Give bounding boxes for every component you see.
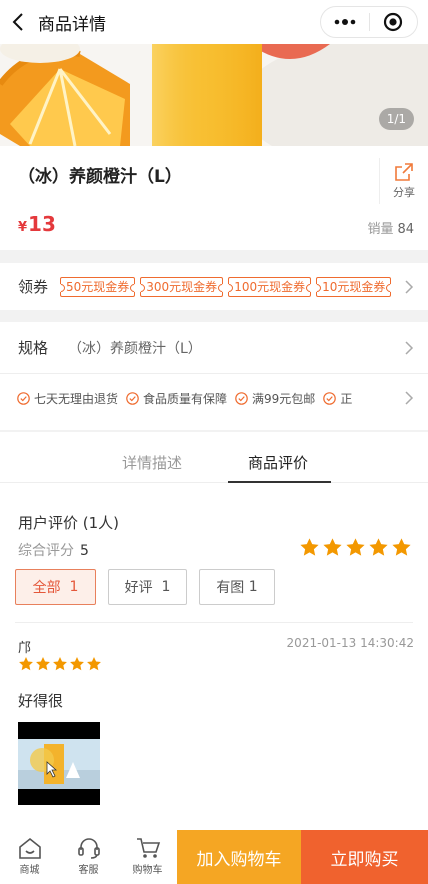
product-name: （冰）养颜橙汁（L）	[18, 167, 182, 187]
check-circle-icon	[126, 391, 139, 405]
home-icon	[18, 837, 41, 859]
star-icon	[87, 657, 101, 671]
check-circle-icon	[323, 391, 337, 405]
home-label: 商城	[19, 865, 40, 876]
service-label: 客服	[78, 865, 99, 876]
cart-icon	[136, 838, 160, 858]
product-banner[interactable]: 1/1	[0, 44, 428, 146]
coupon-list: 50元现金券 300元现金券 100元现金券 10元现金券	[60, 276, 394, 297]
guarantee-text: 食品质量有保障	[143, 391, 228, 406]
filter-label: 有图	[216, 580, 245, 596]
star-icon	[70, 657, 84, 671]
reviews-title: 用户评价 (1人)	[18, 514, 120, 532]
review-image[interactable]	[18, 722, 100, 805]
tab-reviews[interactable]: 商品评价	[248, 452, 308, 473]
price: ¥ 13	[18, 212, 56, 236]
cart-link-button[interactable]: 购物车	[118, 830, 177, 884]
score-label: 综合评分	[18, 543, 74, 559]
guarantee-text: 正	[340, 391, 353, 406]
share-button[interactable]: 分享	[379, 158, 428, 204]
spec-value: （冰）养颜橙汁（L）	[68, 340, 202, 357]
filter-label: 好评	[124, 580, 153, 596]
spec-section: 规格 （冰）养颜橙汁（L） 七天无理由退货 食品质量有保障 满99元包邮 正	[0, 322, 428, 430]
spec-row[interactable]: 规格 （冰）养颜橙汁（L）	[0, 322, 428, 374]
star-icon	[369, 538, 388, 556]
filter-label: 全部	[32, 580, 61, 596]
star-icon	[19, 657, 33, 671]
service-button[interactable]: 客服	[59, 830, 118, 884]
price-value: 13	[28, 212, 56, 236]
score-value: 5	[80, 543, 89, 559]
guarantee-item: 满99元包邮	[235, 390, 315, 407]
reviewer-name: 邝	[18, 641, 32, 656]
review-time: 2021-01-13 14:30:42	[286, 636, 414, 650]
star-icon	[346, 538, 365, 556]
currency-symbol: ¥	[18, 220, 28, 235]
bottom-action-bar: 商城 客服 购物车 加入购物车 立即购买	[0, 830, 428, 884]
active-tab-indicator	[228, 481, 331, 483]
star-icon	[53, 657, 67, 671]
home-button[interactable]: 商城	[0, 830, 59, 884]
guarantee-row[interactable]: 七天无理由退货 食品质量有保障 满99元包邮 正	[0, 374, 428, 422]
star-icon	[300, 538, 319, 556]
review-photo	[18, 722, 100, 805]
filter-all-button[interactable]: 全部 1	[15, 569, 96, 605]
guarantee-text: 七天无理由退货	[34, 391, 119, 406]
nav-bar: 商品详情	[0, 0, 428, 44]
spec-label: 规格	[18, 339, 49, 357]
review-rating-stars	[18, 656, 102, 672]
coupon-tag[interactable]: 100元现金券	[228, 276, 312, 297]
check-circle-icon	[235, 391, 248, 405]
coupon-row[interactable]: 领券 50元现金券 300元现金券 100元现金券 10元现金券	[0, 263, 428, 310]
overall-score: 综合评分 5	[18, 540, 89, 560]
tab-detail[interactable]: 详情描述	[122, 452, 182, 473]
close-mini-program-button[interactable]	[369, 7, 417, 37]
coupon-tag[interactable]: 10元现金券	[316, 276, 392, 297]
add-to-cart-button[interactable]: 加入购物车	[177, 830, 301, 884]
sales-number: 84	[397, 222, 414, 237]
back-button[interactable]	[0, 0, 36, 44]
coupon-tag[interactable]: 50元现金券	[60, 276, 136, 297]
filter-count: 1	[161, 579, 171, 595]
guarantee-item: 七天无理由退货	[17, 390, 118, 407]
guarantee-item: 正	[323, 390, 352, 407]
divider	[15, 622, 413, 623]
product-info-card: （冰）养颜橙汁（L） 分享 ¥ 13 销量 84	[0, 146, 428, 250]
more-button[interactable]	[321, 7, 369, 37]
star-icon	[392, 538, 411, 556]
guarantee-text: 满99元包邮	[252, 391, 316, 406]
share-icon	[395, 163, 413, 181]
page-title: 商品详情	[38, 14, 106, 35]
headset-icon	[77, 838, 100, 859]
cart-label: 购物车	[132, 865, 163, 876]
overall-rating-stars	[299, 537, 412, 558]
filter-count: 1	[69, 579, 79, 595]
check-circle-icon	[17, 391, 30, 405]
chevron-right-icon	[405, 391, 414, 405]
sales-count: 销量 84	[367, 218, 414, 237]
filter-count: 1	[248, 579, 258, 595]
filter-with-images-button[interactable]: 有图 1	[199, 569, 275, 605]
coupon-tag[interactable]: 300元现金券	[140, 276, 224, 297]
image-page-indicator: 1/1	[378, 108, 414, 130]
chevron-right-icon	[405, 340, 414, 355]
guarantee-item: 食品质量有保障	[126, 390, 227, 407]
review-text: 好得很	[18, 692, 64, 710]
detail-tabs: 详情描述 商品评价	[0, 432, 428, 483]
target-icon	[384, 12, 403, 32]
product-photo	[0, 44, 428, 146]
reviews-section: 详情描述 商品评价 用户评价 (1人) 综合评分 5 全部 1 好评 1 有图 1…	[0, 432, 428, 830]
chevron-right-icon	[405, 279, 414, 294]
share-label: 分享	[393, 186, 415, 199]
mini-program-capsule	[320, 6, 418, 38]
review-filters: 全部 1 好评 1 有图 1	[15, 569, 275, 605]
more-dots-icon	[334, 19, 356, 25]
filter-positive-button[interactable]: 好评 1	[108, 569, 187, 605]
sales-label: 销量	[367, 222, 394, 237]
chevron-left-icon	[12, 13, 23, 31]
star-icon	[36, 657, 50, 671]
coupon-label: 领券	[18, 278, 49, 296]
buy-now-button[interactable]: 立即购买	[301, 830, 428, 884]
star-icon	[323, 538, 342, 556]
